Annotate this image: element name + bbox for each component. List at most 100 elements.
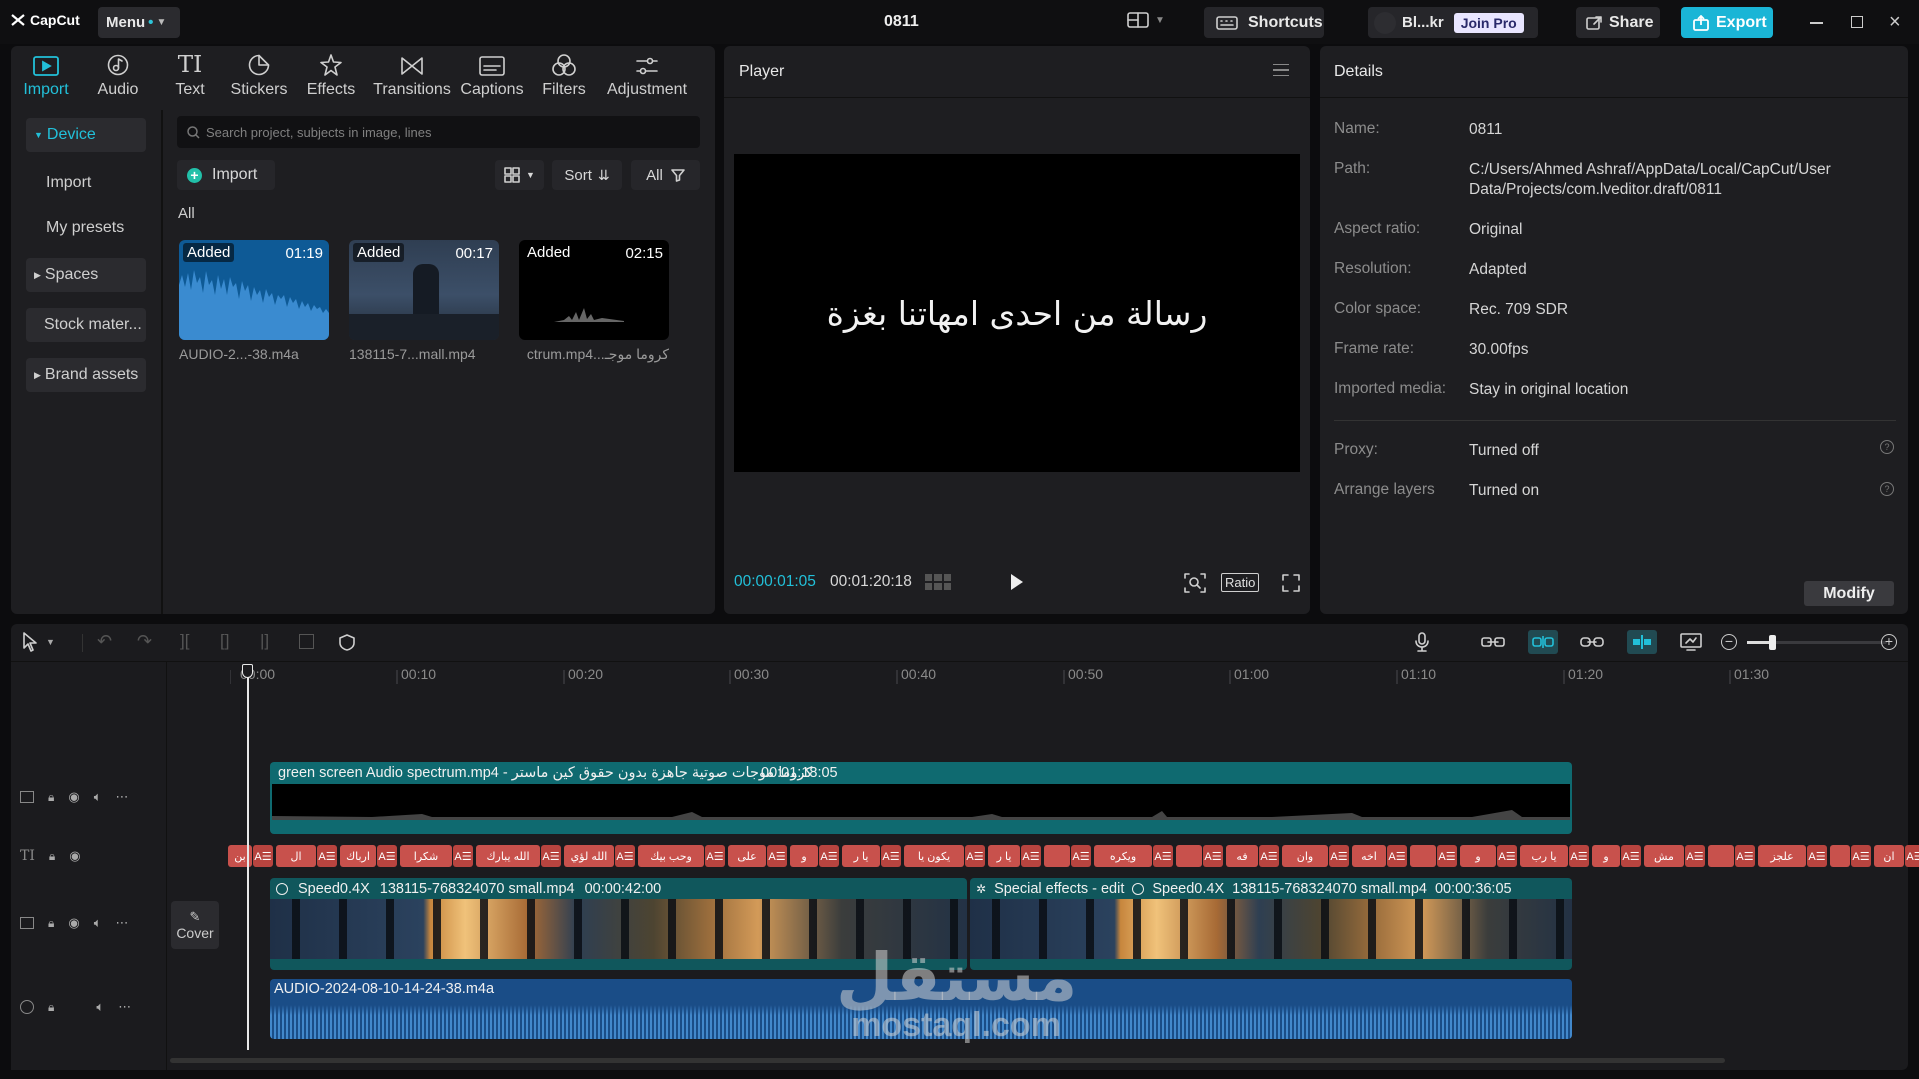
menu-button[interactable]: Menu • ▼ [98,7,180,38]
lock-icon[interactable]: 🔒︎ [49,849,55,864]
more-icon[interactable]: ⋯ [116,915,129,931]
tool-adjustment[interactable]: Adjustment [602,48,692,99]
minimize-icon[interactable] [1810,22,1823,24]
speaker-icon[interactable]: 🔈︎ [94,789,102,805]
zoom-in-icon[interactable]: + [1881,634,1897,650]
sort-button[interactable]: Sort ⇊ [552,160,622,190]
play-icon[interactable] [1011,574,1023,590]
zoom-slider-handle[interactable] [1769,635,1776,650]
lock-icon[interactable]: 🔒︎ [48,1000,54,1015]
speaker-icon[interactable]: 🔈︎ [94,915,102,931]
timecode-grid-icon[interactable] [925,574,951,590]
select-tool[interactable]: ▼ [22,632,55,652]
text-clip[interactable]: فه [1226,845,1258,867]
magnet-toggle[interactable] [1528,630,1558,654]
help-icon[interactable]: ? [1880,440,1894,454]
text-clip[interactable]: شكرا [400,845,452,867]
text-clip[interactable]: على [728,845,766,867]
text-clip[interactable]: الله لؤي [564,845,614,867]
search-input[interactable]: Search project, subjects in image, lines [177,116,700,148]
maximize-icon[interactable] [1851,16,1863,28]
help-icon[interactable]: ? [1880,482,1894,496]
tool-text[interactable]: TI Text [162,48,218,99]
undo-icon[interactable]: ↶ [97,631,112,652]
sidebar-item-brand-assets[interactable]: ▶ Brand assets [26,358,146,392]
playhead-handle[interactable] [242,664,253,678]
tool-captions[interactable]: Captions [456,48,528,99]
text-clip[interactable]: ال [276,845,316,867]
shortcuts-button[interactable]: Shortcuts [1204,7,1324,38]
text-clip[interactable]: الله يبارك [476,845,540,867]
eye-icon[interactable]: ◉ [68,915,79,931]
video-preview[interactable]: رسالة من احدى امهاتنا بغزة [734,154,1300,472]
link-left-icon[interactable] [1481,635,1505,649]
layout-icon[interactable]: ▼ [1127,12,1165,28]
zoom-fit-icon[interactable] [1184,573,1206,593]
text-clip[interactable]: يا رب [1520,845,1568,867]
tool-import[interactable]: Import [18,48,74,99]
eye-icon[interactable]: ◉ [69,848,80,864]
modify-button[interactable]: Modify [1804,581,1894,606]
share-button[interactable]: Share [1576,7,1660,38]
tool-stickers[interactable]: Stickers [228,48,290,99]
close-icon[interactable]: × [1889,12,1901,32]
main-clip[interactable]: ✲ Special effects - edit Speed0.4X 13811… [970,878,1572,970]
player-menu-icon[interactable] [1273,64,1289,76]
screen-icon[interactable] [1680,633,1702,651]
text-clip[interactable]: يا ر [842,845,880,867]
text-clip[interactable] [1410,845,1436,867]
shield-icon[interactable] [339,634,355,651]
text-clip[interactable]: يا ر [988,845,1020,867]
cover-button[interactable]: ✎ Cover [171,901,219,949]
sidebar-item-stock-materials[interactable]: Stock mater... [26,308,146,342]
text-clip[interactable]: مش [1644,845,1684,867]
audio-clip[interactable]: AUDIO-2024-08-10-14-24-38.m4a [270,979,1572,1039]
text-clip[interactable]: وحب بيك [638,845,704,867]
account-button[interactable]: Bl...kr Join Pro [1368,7,1538,38]
sidebar-item-import[interactable]: Import [26,166,146,200]
fullscreen-icon[interactable] [1282,574,1300,592]
text-clip[interactable]: و [1592,845,1620,867]
sidebar-item-device[interactable]: ▼ Device [26,118,146,152]
timeline-scrollbar[interactable] [170,1058,1725,1063]
media-item[interactable]: Added 00:17 138115-7...mall.mp4 [349,240,499,362]
join-pro-button[interactable]: Join Pro [1453,12,1524,33]
text-clip[interactable]: يكون يا [904,845,964,867]
text-clip[interactable] [1176,845,1202,867]
overlay-clip[interactable]: green screen Audio spectrum.mp4 - كروما … [270,762,1572,834]
zoom-slider[interactable] [1747,635,1887,650]
sidebar-item-spaces[interactable]: ▶ Spaces [26,258,146,292]
eye-icon[interactable]: ◉ [68,789,79,805]
split-right-icon[interactable]: |] [260,631,269,651]
speaker-icon[interactable]: 🔈︎ [96,999,104,1015]
tool-filters[interactable]: Filters [534,48,594,99]
text-clip[interactable]: علجز [1758,845,1806,867]
view-toggle-button[interactable]: ▼ [495,160,544,190]
text-clip[interactable] [1044,845,1070,867]
media-item[interactable]: Added 01:19 AUDIO-2...-38.m4a [179,240,329,362]
text-clip[interactable]: ويكره [1094,845,1152,867]
import-button[interactable]: + Import [177,160,275,190]
more-icon[interactable]: ⋯ [116,789,129,805]
sidebar-item-my-presets[interactable]: My presets [26,211,146,245]
tool-transitions[interactable]: Transitions [370,48,454,99]
text-clip[interactable]: اخه [1352,845,1386,867]
text-clip[interactable]: و [1460,845,1496,867]
lock-icon[interactable]: 🔒︎ [48,916,54,931]
text-clip[interactable] [1830,845,1850,867]
tool-effects[interactable]: Effects [300,48,362,99]
more-icon[interactable]: ⋯ [118,999,131,1015]
main-clip[interactable]: Speed0.4X 138115-768324070 small.mp4 00:… [270,878,967,970]
filter-button[interactable]: All [631,160,700,190]
export-button[interactable]: Export [1681,7,1773,38]
microphone-icon[interactable] [1414,632,1430,652]
zoom-out-icon[interactable]: − [1721,634,1737,650]
text-clip[interactable] [1708,845,1734,867]
chain-icon[interactable] [1580,635,1604,649]
redo-icon[interactable]: ↷ [137,631,152,652]
lock-icon[interactable]: 🔒︎ [48,790,54,805]
text-clip[interactable]: وان [1282,845,1328,867]
playhead[interactable] [247,664,249,1050]
text-clip[interactable]: ارباك [340,845,376,867]
split-icon[interactable]: ][ [180,631,189,651]
